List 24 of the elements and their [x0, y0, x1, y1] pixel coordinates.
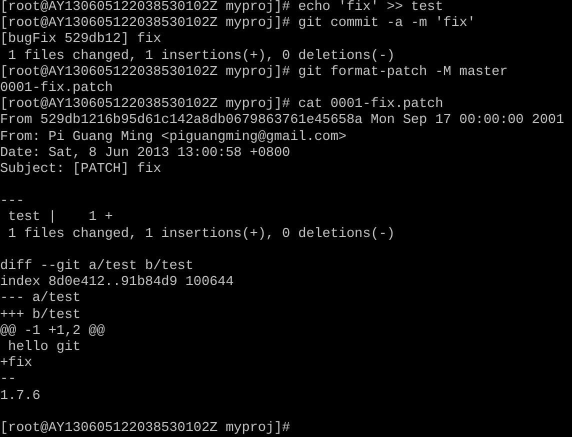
terminal-line: [root@AY130605122038530102Z myproj]# echo 'fix' >> test [0, 0, 444, 16]
terminal-line: From: Pi Guang Ming <piguangming@gmail.com> [0, 130, 346, 146]
terminal-line: +++ b/test [0, 308, 81, 324]
terminal-line: Subject: [PATCH] fix [0, 162, 162, 178]
terminal-line: 1 files changed, 1 insertions(+), 0 deletions(-) [7, 48, 395, 65]
terminal-line: [root@AY130605122038530102Z myproj]# cat 0001-fix.patch [0, 97, 444, 113]
terminal-line: 1 files changed, 1 insertions(+), 0 deletions(-) [7, 226, 395, 243]
terminal-line: [root@AY130605122038530102Z myproj]# git commit -a -m 'fix' [0, 16, 476, 32]
terminal-line: From 529db1216b95d61c142a8db0679863761e45658a Mon Sep 17 00:00:00 2001 [0, 113, 564, 130]
terminal-line: 1.7.6 [0, 388, 40, 405]
terminal-line: diff --git a/test b/test [0, 259, 194, 275]
terminal-line: hello git [7, 340, 81, 356]
terminal-line: test | 1 + [7, 210, 113, 227]
terminal-line: +fix [0, 356, 32, 372]
terminal-line: @@ -1 +1,2 @@ [0, 324, 105, 340]
terminal-line: [bugFix 529db12] fix [0, 32, 162, 49]
terminal-line: --- a/test [0, 291, 81, 308]
terminal-line: [root@AY130605122038530102Z myproj]# [0, 420, 290, 437]
terminal-line: 0001-fix.patch [0, 80, 113, 97]
terminal-line: -- [0, 372, 16, 388]
terminal-line: Date: Sat, 8 Jun 2013 13:00:58 +0800 [0, 146, 290, 162]
terminal-line: --- [0, 194, 24, 210]
terminal-line: index 8d0e412..91b84d9 100644 [0, 275, 234, 291]
terminal-line: [root@AY130605122038530102Z myproj]# git format-patch -M master [0, 64, 508, 81]
